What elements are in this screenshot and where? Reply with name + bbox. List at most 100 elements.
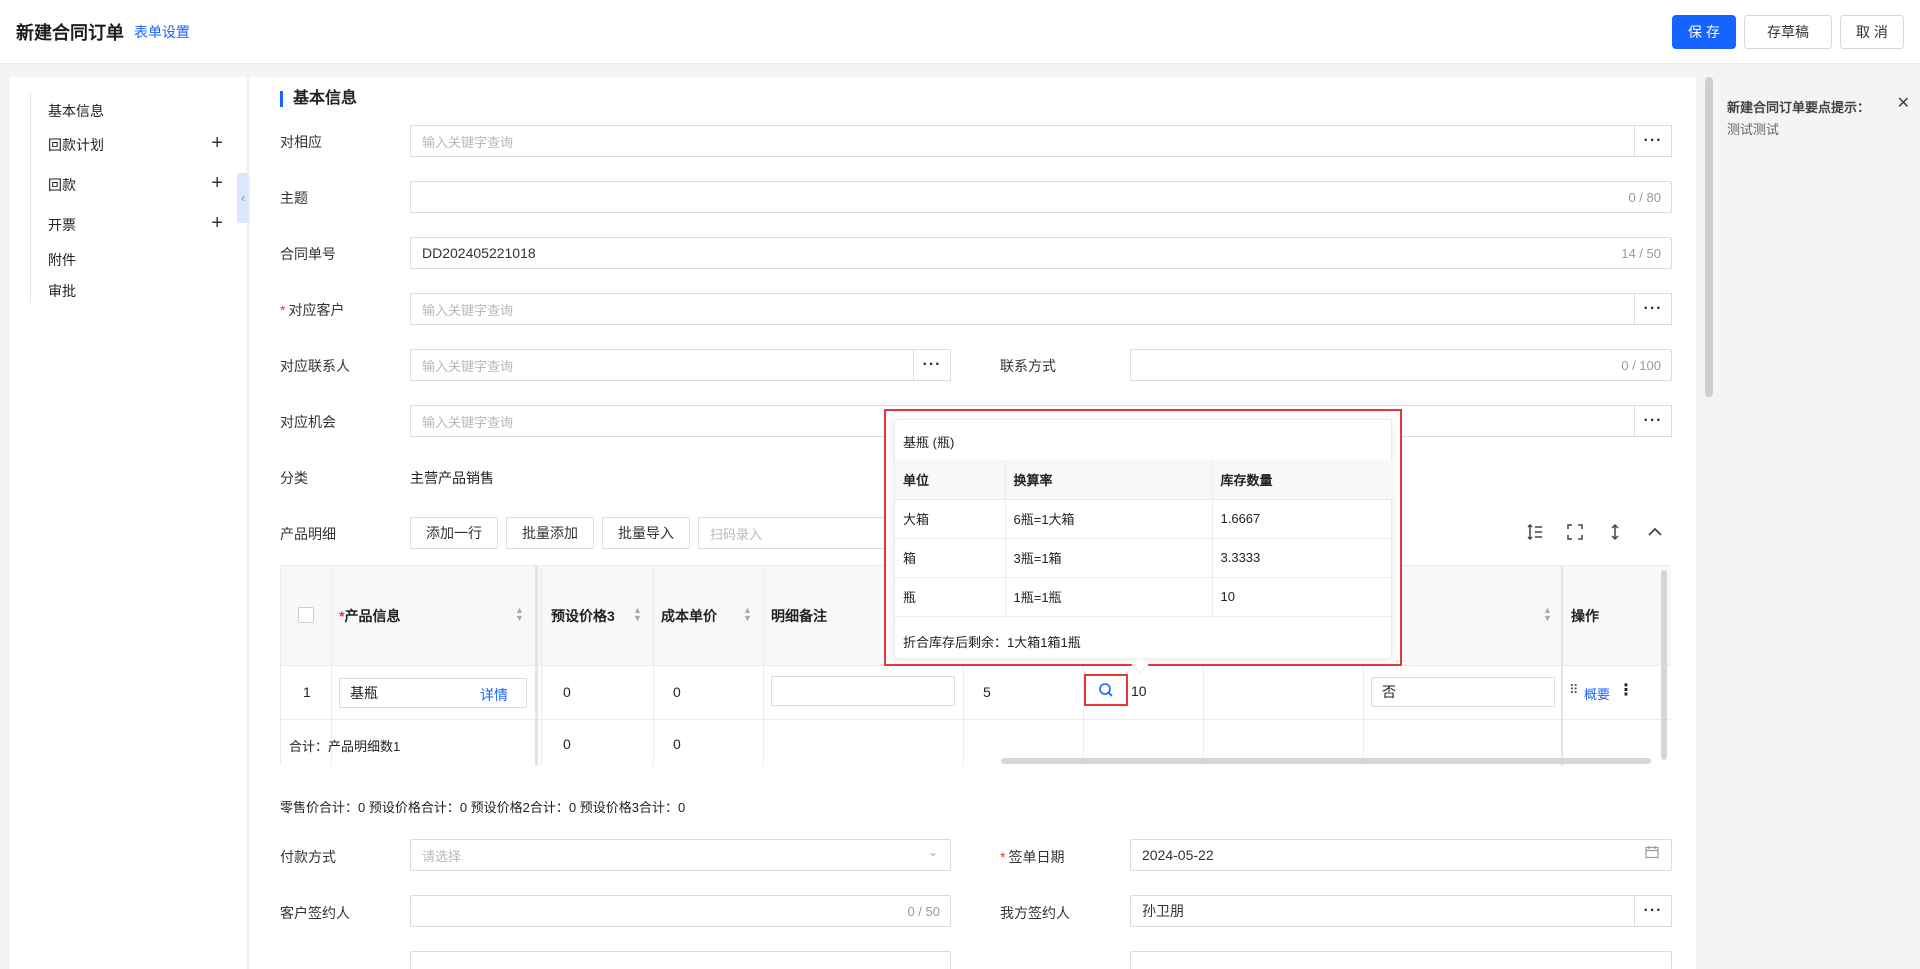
add-invoice-icon[interactable]: + xyxy=(211,213,223,233)
nav-item-label: 回款计划 xyxy=(48,137,104,153)
tip-panel: 新建合同订单要点提示： 测试测试 ✕ xyxy=(1713,77,1920,969)
contact-label: 对应联系人 xyxy=(280,358,350,374)
col-action: 操作 xyxy=(1571,608,1599,624)
sort-icon[interactable]: ▲ ▼ xyxy=(1543,606,1552,623)
add-row-button[interactable]: 添加一行 xyxy=(410,517,498,549)
payment-method-placeholder: 请选择 xyxy=(422,848,462,864)
contact-method-input[interactable]: 0 / 100 xyxy=(1130,349,1672,381)
sort-icon[interactable]: ▲ ▼ xyxy=(633,606,642,623)
nav-item-label: 回款 xyxy=(48,177,76,193)
match-placeholder: 输入关键字查询 xyxy=(422,134,514,150)
nav-item-attachment[interactable]: 附件 xyxy=(48,250,223,270)
sort-icon[interactable]: ▲ ▼ xyxy=(515,606,524,623)
nav-item-approval[interactable]: 审批 xyxy=(48,281,223,301)
customer-input[interactable]: 输入关键字查询 ··· xyxy=(410,293,1672,325)
nav-item-label: 审批 xyxy=(48,283,76,299)
col-cost-price: 成本单价 xyxy=(661,608,717,624)
detail-note-input[interactable] xyxy=(771,676,955,706)
contact-method-label: 联系方式 xyxy=(1000,358,1056,374)
popup-title: 基瓶 (瓶) xyxy=(903,435,955,450)
match-label: 对相应 xyxy=(280,134,322,150)
category-label: 分类 xyxy=(280,470,308,486)
more-vertical-icon[interactable]: ⋮ xyxy=(1618,680,1634,700)
collapse-up-icon[interactable] xyxy=(1646,523,1664,546)
subject-label: 主题 xyxy=(280,190,308,206)
contract-no-count: 14 / 50 xyxy=(1621,246,1661,261)
total-preset-price3: 0 xyxy=(563,736,571,752)
stock-table: 单位 换算率 库存数量 大箱 6瓶=1大箱 1.6667 箱 3瓶=1箱 3.3… xyxy=(895,460,1393,617)
col-preset-price3: 预设价格3 xyxy=(551,608,615,624)
nav-item-basic-info[interactable]: 基本信息 xyxy=(48,101,223,121)
calendar-icon[interactable] xyxy=(1645,845,1659,862)
add-payment-plan-icon[interactable]: + xyxy=(211,133,223,153)
customer-signer-input[interactable]: 0 / 50 xyxy=(410,895,951,927)
price-totals: 零售价合计：0 预设价格合计：0 预设价格2合计：0 预设价格3合计：0 xyxy=(280,800,686,815)
flag-select[interactable]: 否 xyxy=(1371,677,1555,707)
row-stock-value: 10 xyxy=(1131,683,1147,699)
select-all-checkbox[interactable] xyxy=(298,607,314,623)
next-row-input-right[interactable] xyxy=(1130,951,1672,969)
scan-placeholder: 扫码录入 xyxy=(710,526,763,542)
match-input[interactable]: 输入关键字查询 ··· xyxy=(410,125,1672,157)
close-icon[interactable]: ✕ xyxy=(1897,93,1910,113)
customer-signer-label: 客户签约人 xyxy=(280,905,350,921)
required-mark: * xyxy=(280,302,286,318)
stock-table-row: 瓶 1瓶=1瓶 10 xyxy=(895,577,1393,617)
cancel-button[interactable]: 取 消 xyxy=(1840,15,1904,49)
chevron-down-icon: ⌄ xyxy=(927,845,938,859)
page-vertical-scrollbar[interactable] xyxy=(1705,77,1713,397)
col-product-info: *产品信息 xyxy=(339,606,400,626)
batch-import-button[interactable]: 批量导入 xyxy=(602,517,690,549)
sort-icon[interactable]: ▲ ▼ xyxy=(743,606,752,623)
form-settings-link[interactable]: 表单设置 xyxy=(134,22,190,42)
contract-no-value: DD202405221018 xyxy=(422,245,536,261)
expand-vertical-icon[interactable] xyxy=(1606,523,1624,546)
row-height-icon[interactable] xyxy=(1526,523,1544,546)
contact-more-icon[interactable]: ··· xyxy=(913,349,951,381)
stock-popup: 基瓶 (瓶) 单位 换算率 库存数量 大箱 6瓶=1大箱 1.6667 箱 3瓶… xyxy=(894,419,1393,659)
column-divider xyxy=(653,566,654,766)
nav-item-invoice[interactable]: 开票 + xyxy=(48,213,223,235)
table-horizontal-scrollbar[interactable] xyxy=(1001,758,1651,764)
col-product-info-text: 产品信息 xyxy=(344,608,401,624)
product-detail-link[interactable]: 详情 xyxy=(480,685,508,705)
sign-date-input[interactable]: 2024-05-22 xyxy=(1130,839,1672,871)
table-vertical-scrollbar[interactable] xyxy=(1661,570,1667,760)
contract-no-label: 合同单号 xyxy=(280,246,336,262)
summary-link[interactable]: 概要 xyxy=(1584,684,1610,703)
row-preset-price3: 0 xyxy=(563,684,571,700)
payment-method-select[interactable]: 请选择 ⌄ xyxy=(410,839,951,871)
product-input[interactable]: 基瓶 详情 xyxy=(339,678,527,708)
nav-item-label: 基本信息 xyxy=(48,103,104,119)
collapse-nav-icon[interactable]: ‹ xyxy=(237,173,249,223)
our-signer-input[interactable]: 孙卫朋 ··· xyxy=(1130,895,1672,927)
fullscreen-icon[interactable] xyxy=(1566,523,1584,546)
tip-text: 测试测试 xyxy=(1727,122,1780,137)
total-cost-price: 0 xyxy=(673,736,681,752)
add-payment-icon[interactable]: + xyxy=(211,173,223,193)
column-divider xyxy=(535,566,538,766)
payment-method-label: 付款方式 xyxy=(280,849,336,865)
save-draft-button[interactable]: 存草稿 xyxy=(1744,15,1832,49)
nav-item-payment[interactable]: 回款 + xyxy=(48,173,223,195)
batch-add-button[interactable]: 批量添加 xyxy=(506,517,594,549)
stock-search-icon[interactable] xyxy=(1084,674,1128,706)
column-divider xyxy=(541,566,542,766)
save-button[interactable]: 保 存 xyxy=(1672,15,1736,49)
subject-input[interactable]: 0 / 80 xyxy=(410,181,1672,213)
contact-input[interactable]: 输入关键字查询 ··· xyxy=(410,349,951,381)
our-signer-more-icon[interactable]: ··· xyxy=(1634,895,1672,927)
row-quantity: 5 xyxy=(983,684,991,700)
next-row-input-left[interactable] xyxy=(410,951,951,969)
scan-input[interactable]: 扫码录入 xyxy=(698,517,898,549)
nav-item-payment-plan[interactable]: 回款计划 + xyxy=(48,133,223,155)
contract-no-input[interactable]: DD202405221018 14 / 50 xyxy=(410,237,1672,269)
drag-handle-icon[interactable]: ⠿ xyxy=(1569,682,1579,698)
customer-more-icon[interactable]: ··· xyxy=(1634,293,1672,325)
opportunity-label: 对应机会 xyxy=(280,414,336,430)
opportunity-more-icon[interactable]: ··· xyxy=(1634,405,1672,437)
match-more-icon[interactable]: ··· xyxy=(1634,125,1672,157)
flag-value: 否 xyxy=(1382,684,1396,700)
page-header: 新建合同订单 表单设置 保 存 存草稿 取 消 xyxy=(0,0,1920,64)
stock-col-rate: 换算率 xyxy=(1005,460,1213,500)
